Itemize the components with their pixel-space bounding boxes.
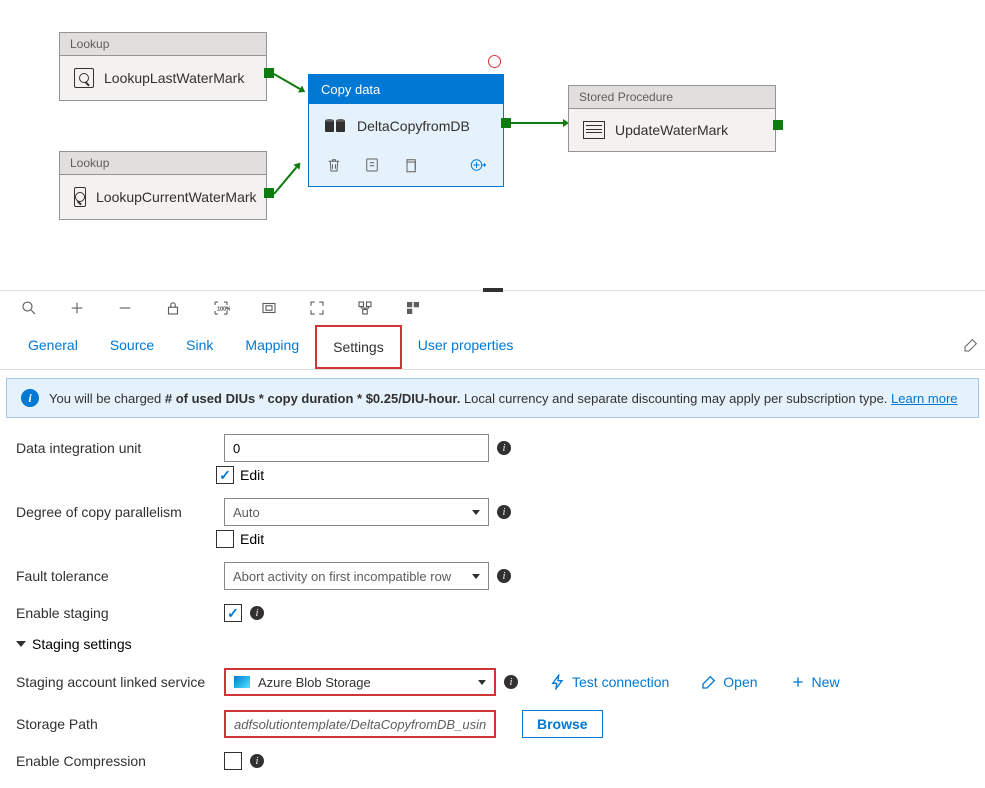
bolt-icon — [550, 674, 566, 690]
connector — [511, 122, 563, 124]
lookup-icon — [74, 68, 94, 88]
node-lookup-last-watermark[interactable]: Lookup LookupLastWaterMark — [59, 32, 267, 101]
svg-text:100%: 100% — [217, 306, 230, 312]
staging-settings-toggle[interactable]: Staging settings — [16, 636, 969, 652]
node-header: Lookup — [60, 33, 266, 56]
tab-user-properties[interactable]: User properties — [402, 325, 530, 369]
node-lookup-current-watermark[interactable]: Lookup LookupCurrentWaterMark — [59, 151, 267, 220]
layout-icon[interactable] — [404, 299, 422, 317]
edit-label: Edit — [240, 467, 264, 483]
info-icon: i — [21, 389, 39, 407]
output-port[interactable] — [773, 120, 783, 130]
tab-sink[interactable]: Sink — [170, 325, 229, 369]
connector — [273, 167, 297, 195]
zoom-in-icon[interactable] — [68, 299, 86, 317]
lookup-icon — [74, 187, 86, 207]
settings-panel: Data integration unit i Edit Degree of c… — [0, 430, 985, 788]
delete-icon[interactable] — [325, 156, 343, 174]
edit-icon[interactable] — [963, 337, 979, 353]
fault-tolerance-label: Fault tolerance — [16, 568, 216, 584]
validation-error-icon — [488, 55, 501, 68]
parallelism-edit-checkbox[interactable] — [216, 530, 234, 548]
connector — [274, 73, 301, 90]
diu-edit-checkbox[interactable] — [216, 466, 234, 484]
database-icon — [325, 120, 345, 132]
node-header: Stored Procedure — [569, 86, 775, 109]
node-header: Copy data — [309, 75, 503, 104]
node-title: LookupLastWaterMark — [104, 70, 244, 86]
new-button[interactable]: New — [790, 674, 840, 690]
node-title: DeltaCopyfromDB — [357, 118, 470, 134]
output-port[interactable] — [501, 118, 511, 128]
chevron-down-icon — [472, 574, 480, 579]
zoom-out-icon[interactable] — [116, 299, 134, 317]
node-stored-procedure[interactable]: Stored Procedure UpdateWaterMark — [568, 85, 776, 152]
node-title: LookupCurrentWaterMark — [96, 189, 257, 206]
canvas-toolbar: 100% — [0, 290, 985, 325]
node-title: UpdateWaterMark — [615, 122, 728, 138]
parallelism-select[interactable]: Auto — [224, 498, 489, 526]
linked-service-select[interactable]: Azure Blob Storage — [224, 668, 496, 696]
storage-path-input[interactable] — [224, 710, 496, 738]
edit-label: Edit — [240, 531, 264, 547]
fullscreen-icon[interactable] — [308, 299, 326, 317]
diu-input[interactable] — [224, 434, 489, 462]
pipeline-canvas[interactable]: Lookup LookupLastWaterMark Lookup Lookup… — [0, 0, 985, 290]
view-icon[interactable] — [363, 156, 381, 174]
fit-screen-icon[interactable] — [260, 299, 278, 317]
enable-compression-checkbox[interactable] — [224, 752, 242, 770]
stored-procedure-icon — [583, 121, 605, 139]
enable-staging-label: Enable staging — [16, 605, 216, 621]
open-button[interactable]: Open — [701, 674, 757, 690]
help-icon[interactable]: i — [504, 675, 518, 689]
tab-general[interactable]: General — [12, 325, 94, 369]
banner-text: You will be charged # of used DIUs * cop… — [49, 391, 958, 406]
search-icon[interactable] — [20, 299, 38, 317]
help-icon[interactable]: i — [497, 441, 511, 455]
tab-source[interactable]: Source — [94, 325, 170, 369]
lock-icon[interactable] — [164, 299, 182, 317]
help-icon[interactable]: i — [497, 569, 511, 583]
diu-label: Data integration unit — [16, 440, 216, 456]
resize-handle[interactable] — [483, 288, 503, 292]
test-connection-button[interactable]: Test connection — [550, 674, 669, 690]
enable-compression-label: Enable Compression — [16, 753, 216, 769]
help-icon[interactable]: i — [250, 606, 264, 620]
tab-mapping[interactable]: Mapping — [229, 325, 315, 369]
enable-staging-checkbox[interactable] — [224, 604, 242, 622]
property-tabs: General Source Sink Mapping Settings Use… — [0, 325, 985, 370]
browse-button[interactable]: Browse — [522, 710, 603, 738]
output-port[interactable] — [264, 68, 274, 78]
learn-more-link[interactable]: Learn more — [891, 391, 957, 406]
copy-icon[interactable] — [401, 156, 419, 174]
tab-settings[interactable]: Settings — [315, 325, 402, 369]
storage-path-label: Storage Path — [16, 716, 216, 732]
chevron-down-icon — [472, 510, 480, 515]
blob-storage-icon — [234, 676, 250, 688]
help-icon[interactable]: i — [497, 505, 511, 519]
fault-tolerance-select[interactable]: Abort activity on first incompatible row — [224, 562, 489, 590]
node-header: Lookup — [60, 152, 266, 175]
collapse-triangle-icon — [16, 641, 26, 647]
zoom-reset-icon[interactable]: 100% — [212, 299, 230, 317]
parallelism-label: Degree of copy parallelism — [16, 504, 216, 520]
pricing-info-banner: i You will be charged # of used DIUs * c… — [6, 378, 979, 418]
auto-align-icon[interactable] — [356, 299, 374, 317]
linked-service-label: Staging account linked service — [16, 673, 216, 691]
pencil-icon — [701, 674, 717, 690]
plus-icon — [790, 674, 806, 690]
help-icon[interactable]: i — [250, 754, 264, 768]
node-copy-data[interactable]: Copy data DeltaCopyfromDB — [308, 74, 504, 187]
chevron-down-icon — [478, 680, 486, 685]
add-activity-icon[interactable] — [469, 156, 487, 174]
